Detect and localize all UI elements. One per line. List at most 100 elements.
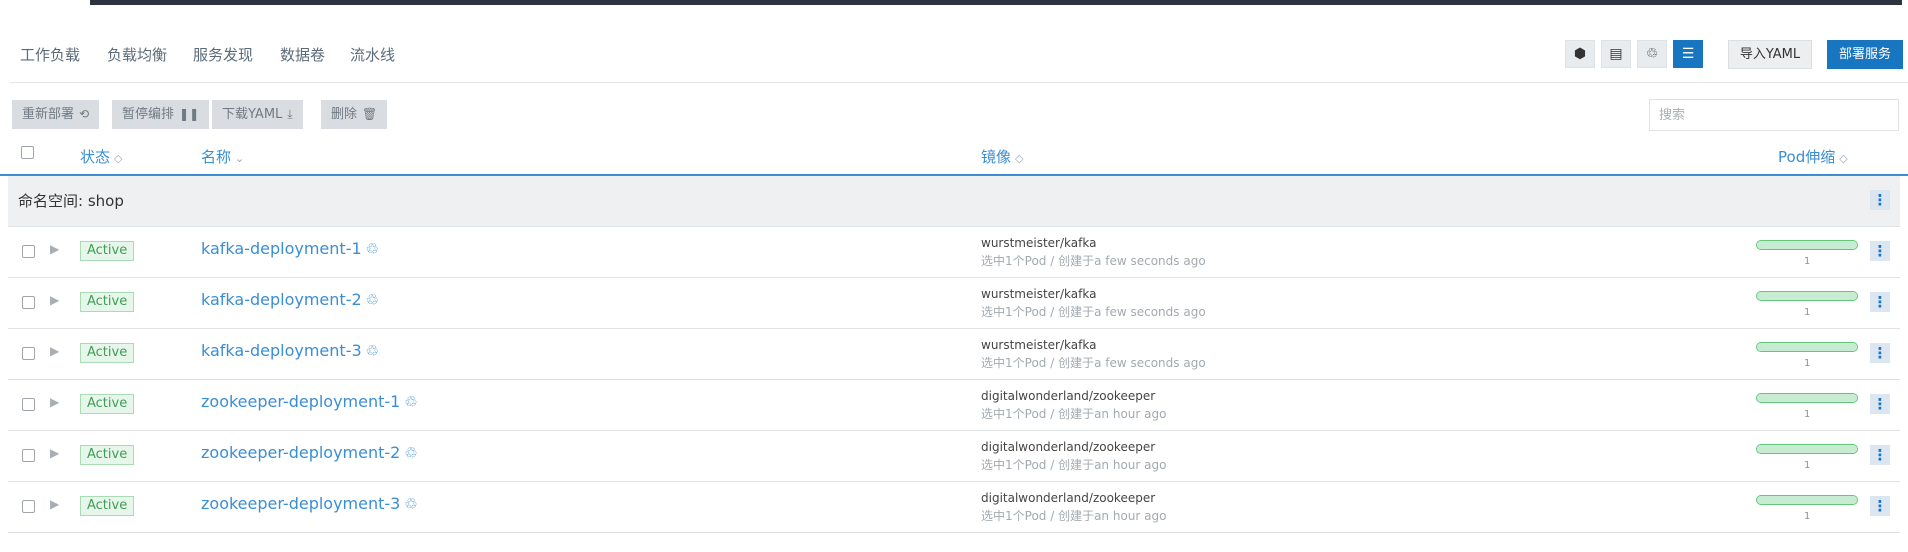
pod-scale-fill bbox=[1757, 241, 1857, 249]
pod-scale-fill bbox=[1757, 394, 1857, 402]
row-menu-button[interactable]: ⋮ bbox=[1870, 445, 1890, 465]
image-column-header[interactable]: 镜像 ◇ bbox=[981, 146, 1023, 167]
name-column-header[interactable]: 名称 ⌄ bbox=[201, 146, 244, 167]
image-name: wurstmeister/kafka bbox=[981, 287, 1097, 301]
delete-button[interactable]: 删除 🗑 bbox=[321, 100, 388, 129]
pod-count: 1 bbox=[1804, 460, 1811, 471]
tab-workloads[interactable]: 工作负载 bbox=[20, 46, 80, 81]
pause-orchestration-button[interactable]: 暂停编排 ❚❚ bbox=[112, 100, 210, 129]
image-name: wurstmeister/kafka bbox=[981, 338, 1097, 352]
workload-name-link[interactable]: zookeeper-deployment-1 ♲ bbox=[201, 392, 418, 411]
row-checkbox[interactable] bbox=[22, 398, 35, 411]
pod-scale-bar bbox=[1756, 393, 1858, 403]
download-label: 下载YAML bbox=[222, 107, 283, 122]
workload-type-icon: ♲ bbox=[404, 444, 418, 462]
pod-summary: 选中1个Pod / 创建于an hour ago bbox=[981, 458, 1167, 472]
workload-name-link[interactable]: zookeeper-deployment-3 ♲ bbox=[201, 494, 418, 513]
workload-type-icon: ♲ bbox=[404, 393, 418, 411]
refresh-icon: ⟲ bbox=[79, 107, 90, 121]
pod-count: 1 bbox=[1804, 307, 1811, 318]
row-menu-button[interactable]: ⋮ bbox=[1870, 343, 1890, 363]
search-input[interactable] bbox=[1649, 99, 1899, 131]
sort-desc-icon: ⌄ bbox=[235, 152, 245, 165]
expand-arrow-icon[interactable]: ▶ bbox=[50, 344, 59, 358]
row-checkbox[interactable] bbox=[22, 449, 35, 462]
image-name: digitalwonderland/zookeeper bbox=[981, 389, 1156, 403]
pod-scale-fill bbox=[1757, 496, 1857, 504]
pod-count: 1 bbox=[1804, 511, 1811, 522]
table-row: ▶ Active zookeeper-deployment-2 ♲ digital… bbox=[8, 431, 1900, 482]
workload-name: kafka-deployment-3 bbox=[201, 341, 362, 360]
tree-icon: ☰ bbox=[1681, 46, 1695, 62]
row-menu-button[interactable]: ⋮ bbox=[1870, 394, 1890, 414]
pod-scale-bar bbox=[1756, 291, 1858, 301]
list-view-button[interactable]: ▤ bbox=[1601, 40, 1631, 68]
workload-name-link[interactable]: kafka-deployment-2 ♲ bbox=[201, 290, 379, 309]
select-all-checkbox[interactable] bbox=[21, 146, 34, 159]
namespace-group-row: 命名空间: shop ⋮ bbox=[8, 176, 1900, 227]
status-badge: Active bbox=[80, 394, 135, 414]
namespace-view-button[interactable]: ⬢ bbox=[1565, 40, 1595, 68]
pause-icon: ❚❚ bbox=[179, 107, 200, 121]
delete-label: 删除 bbox=[331, 107, 358, 122]
scale-column-header[interactable]: Pod伸缩 ◇ bbox=[1778, 146, 1848, 167]
pod-count: 1 bbox=[1804, 358, 1811, 369]
sort-icon: ◇ bbox=[1839, 152, 1848, 165]
row-menu-button[interactable]: ⋮ bbox=[1870, 292, 1890, 312]
namespace-icon: ⬢ bbox=[1573, 46, 1587, 62]
row-menu-button[interactable]: ⋮ bbox=[1870, 241, 1890, 261]
pod-scale-fill bbox=[1757, 292, 1857, 300]
import-yaml-button[interactable]: 导入YAML bbox=[1728, 40, 1812, 69]
table-row: ▶ Active kafka-deployment-2 ♲ wurstmeiste… bbox=[8, 278, 1900, 329]
row-checkbox[interactable] bbox=[22, 500, 35, 513]
node-view-button[interactable]: ♲ bbox=[1637, 40, 1667, 68]
status-badge: Active bbox=[80, 241, 135, 261]
row-checkbox[interactable] bbox=[22, 296, 35, 309]
expand-arrow-icon[interactable]: ▶ bbox=[50, 293, 59, 307]
table-row: ▶ Active kafka-deployment-1 ♲ wurstmeiste… bbox=[8, 227, 1900, 278]
tab-load-balancing[interactable]: 负载均衡 bbox=[107, 46, 167, 81]
pod-scale-bar bbox=[1756, 240, 1858, 250]
deploy-service-button[interactable]: 部署服务 bbox=[1827, 40, 1903, 69]
workload-name-link[interactable]: kafka-deployment-3 ♲ bbox=[201, 341, 379, 360]
image-name: digitalwonderland/zookeeper bbox=[981, 491, 1156, 505]
workload-type-icon: ♲ bbox=[365, 291, 380, 309]
expand-arrow-icon[interactable]: ▶ bbox=[50, 497, 59, 511]
namespace-menu-button[interactable]: ⋮ bbox=[1870, 190, 1890, 210]
image-name: wurstmeister/kafka bbox=[981, 236, 1097, 250]
list-icon: ▤ bbox=[1609, 46, 1623, 62]
status-badge: Active bbox=[80, 445, 135, 465]
expand-arrow-icon[interactable]: ▶ bbox=[50, 242, 59, 256]
pod-summary: 选中1个Pod / 创建于an hour ago bbox=[981, 407, 1167, 421]
table-row: ▶ Active zookeeper-deployment-1 ♲ digital… bbox=[8, 380, 1900, 431]
row-menu-button[interactable]: ⋮ bbox=[1870, 496, 1890, 516]
row-checkbox[interactable] bbox=[22, 245, 35, 258]
namespace-label: 命名空间: shop bbox=[18, 192, 124, 210]
pod-summary: 选中1个Pod / 创建于a few seconds ago bbox=[981, 356, 1206, 370]
expand-arrow-icon[interactable]: ▶ bbox=[50, 395, 59, 409]
node-icon: ♲ bbox=[1645, 46, 1659, 62]
redeploy-button[interactable]: 重新部署 ⟲ bbox=[12, 100, 100, 129]
pod-scale-fill bbox=[1757, 343, 1857, 351]
download-yaml-button[interactable]: 下载YAML ⤓ bbox=[212, 100, 303, 129]
image-column-label: 镜像 bbox=[981, 148, 1012, 166]
workload-name: kafka-deployment-2 bbox=[201, 290, 362, 309]
workload-name-link[interactable]: kafka-deployment-1 ♲ bbox=[201, 239, 379, 258]
redeploy-label: 重新部署 bbox=[22, 107, 75, 122]
top-bar bbox=[90, 0, 1902, 5]
state-column-header[interactable]: 状态 ◇ bbox=[80, 146, 122, 167]
pod-scale-bar bbox=[1756, 342, 1858, 352]
pod-summary: 选中1个Pod / 创建于an hour ago bbox=[981, 509, 1167, 523]
tab-pipeline[interactable]: 流水线 bbox=[350, 46, 395, 81]
row-checkbox[interactable] bbox=[22, 347, 35, 360]
workload-name-link[interactable]: zookeeper-deployment-2 ♲ bbox=[201, 443, 418, 462]
tab-service-discovery[interactable]: 服务发现 bbox=[193, 46, 253, 81]
pause-label: 暂停编排 bbox=[122, 107, 175, 122]
tab-volumes[interactable]: 数据卷 bbox=[280, 46, 325, 81]
workload-name: zookeeper-deployment-3 bbox=[201, 494, 401, 513]
tree-view-button[interactable]: ☰ bbox=[1673, 40, 1703, 68]
table-row: ▶ Active zookeeper-deployment-3 ♲ digital… bbox=[8, 482, 1900, 533]
expand-arrow-icon[interactable]: ▶ bbox=[50, 446, 59, 460]
pod-scale-fill bbox=[1757, 445, 1857, 453]
pod-scale-bar bbox=[1756, 495, 1858, 505]
